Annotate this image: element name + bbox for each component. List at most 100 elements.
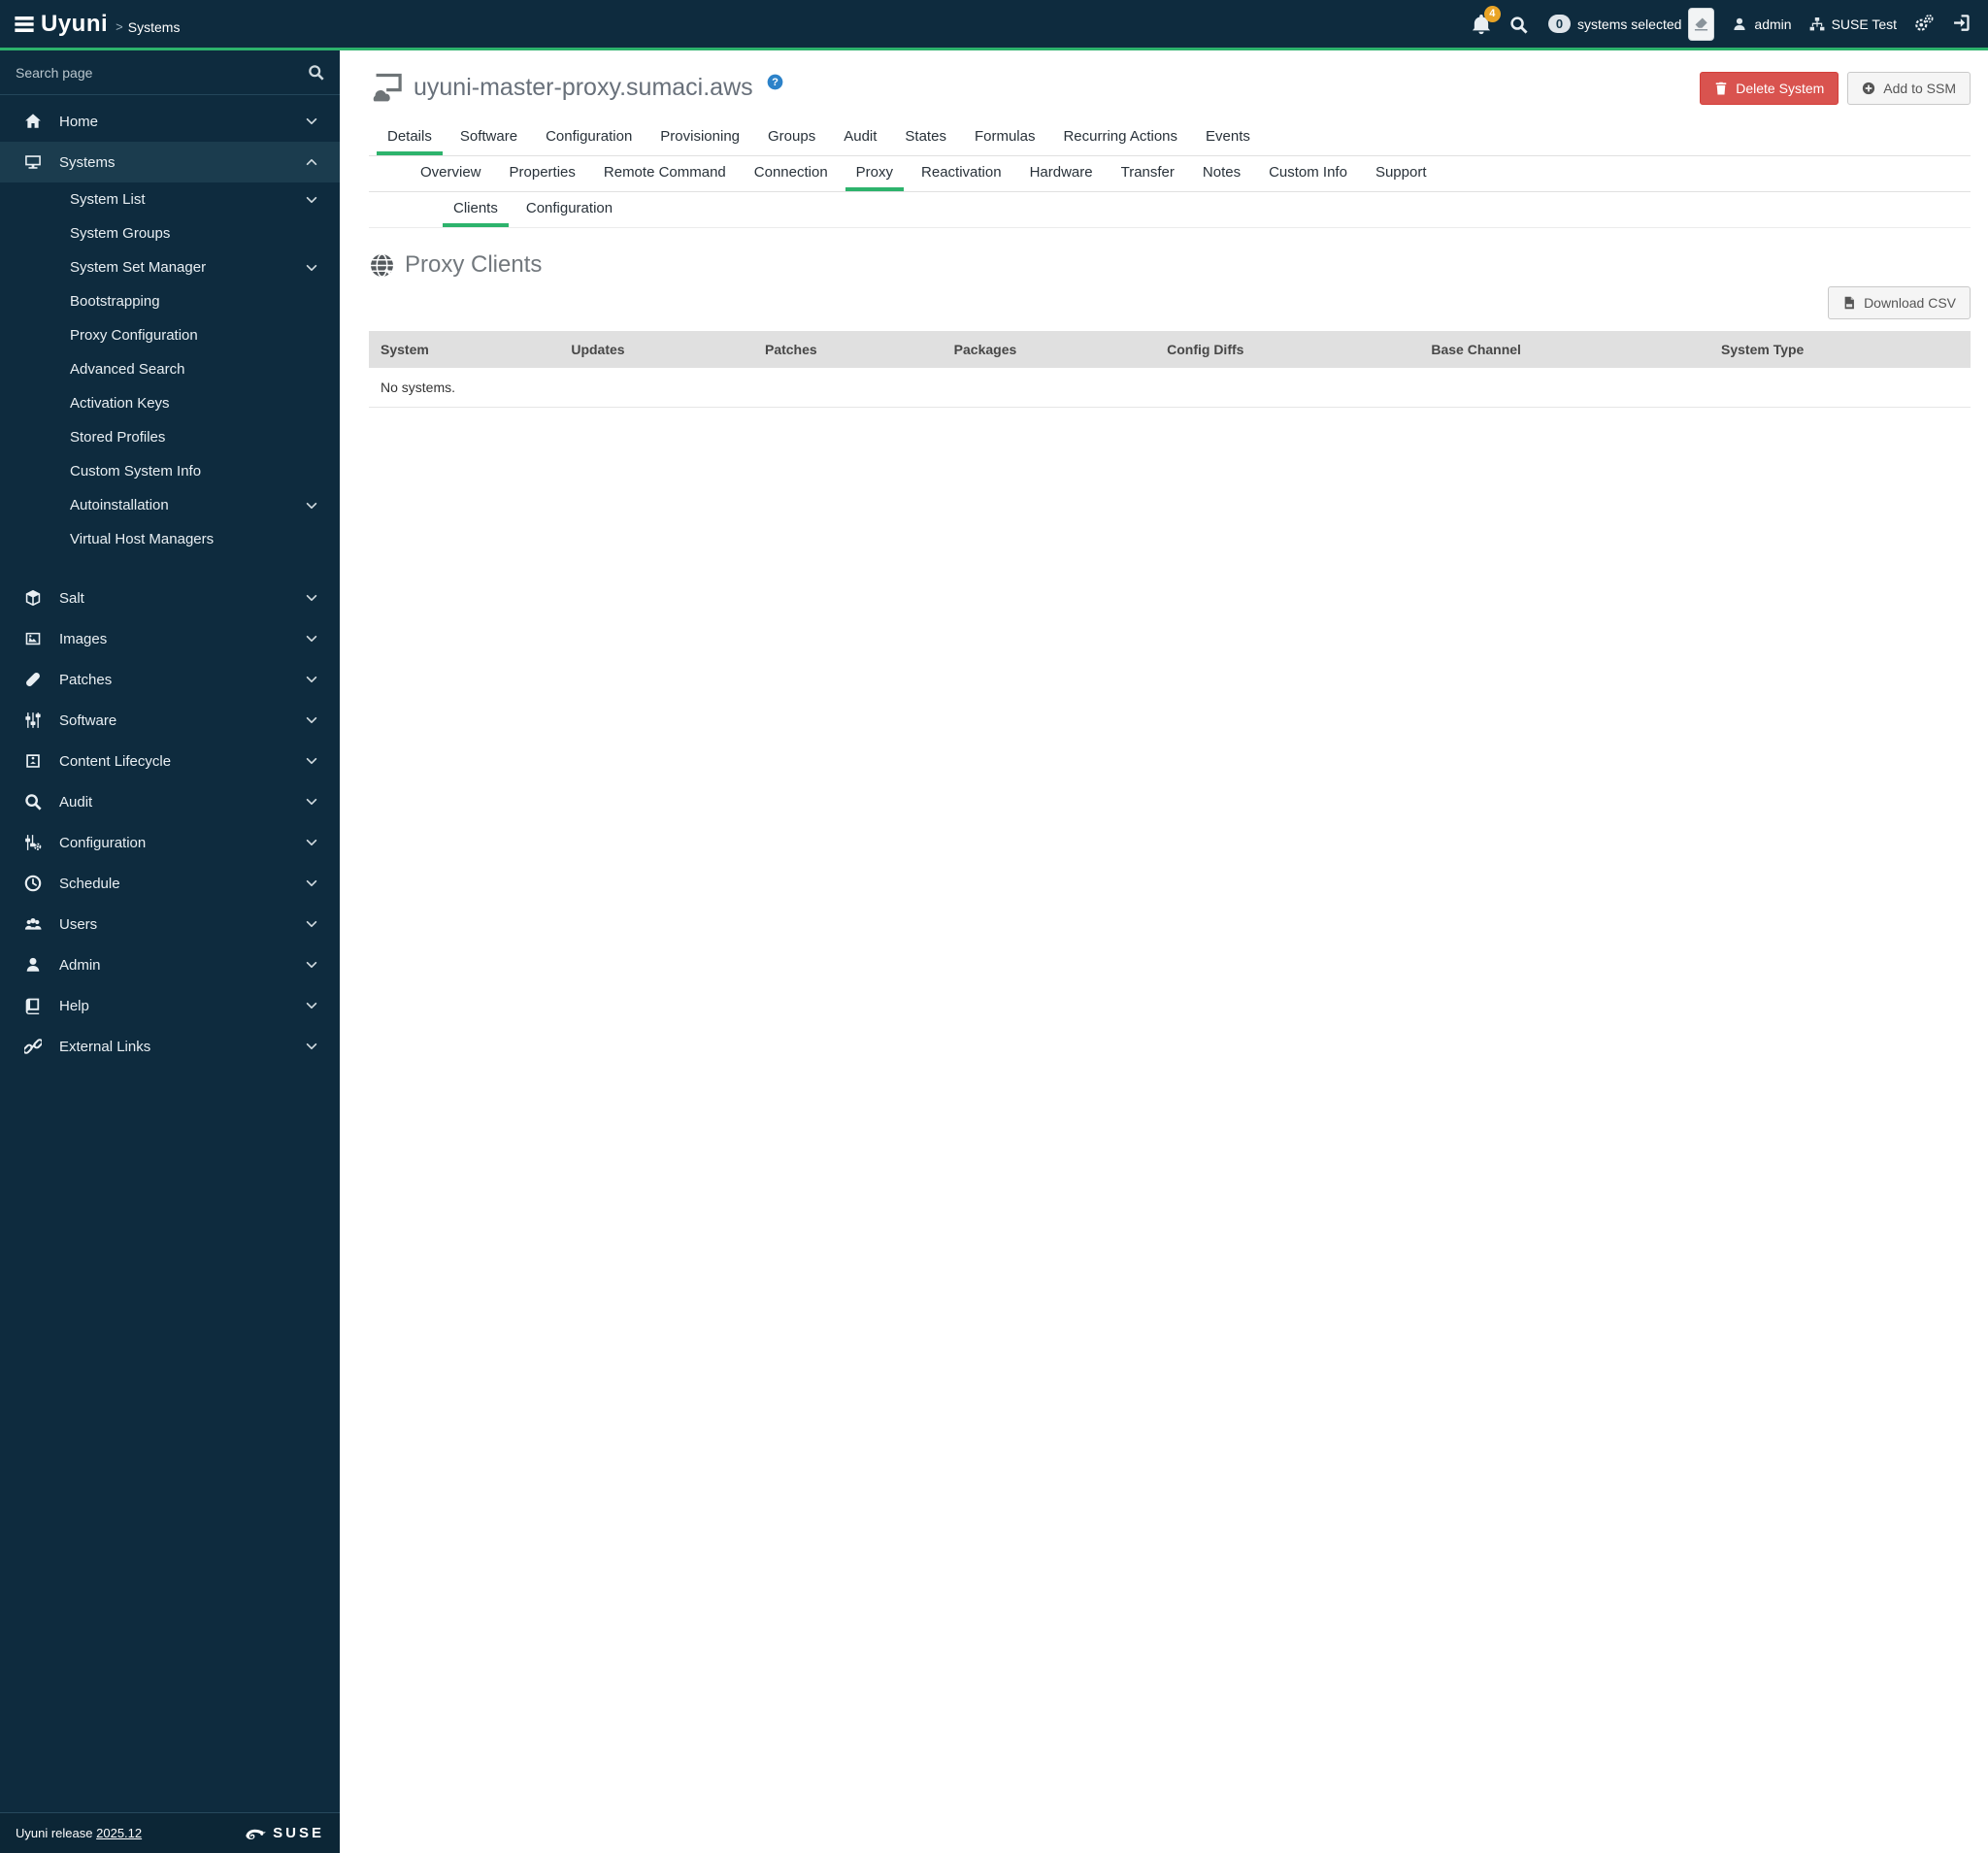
lifecycle-icon <box>24 752 42 770</box>
user-menu[interactable]: admin <box>1732 17 1792 32</box>
chevron-down-icon <box>305 877 318 890</box>
sidebar-item-label: Bootstrapping <box>70 293 160 310</box>
tab-proxy[interactable]: Proxy <box>845 156 905 191</box>
tab-recurring-actions[interactable]: Recurring Actions <box>1052 120 1188 155</box>
breadcrumb[interactable]: Systems <box>128 19 181 35</box>
sidebar-item-activation-keys[interactable]: Activation Keys <box>0 386 340 420</box>
organization-menu[interactable]: SUSE Test <box>1809 17 1897 32</box>
column-header-base-channel[interactable]: Base Channel <box>1419 331 1709 368</box>
tab-connection[interactable]: Connection <box>744 156 839 191</box>
tab-notes[interactable]: Notes <box>1192 156 1251 191</box>
sidebar-item-schedule[interactable]: Schedule <box>0 863 340 904</box>
tab-software[interactable]: Software <box>449 120 528 155</box>
sidebar-item-system-groups[interactable]: System Groups <box>0 216 340 250</box>
download-csv-button[interactable]: Download CSV <box>1828 286 1971 319</box>
app-logo-text[interactable]: Uyuni <box>41 11 108 38</box>
delete-system-button[interactable]: Delete System <box>1700 72 1839 105</box>
sidebar-item-system-list[interactable]: System List <box>0 182 340 216</box>
section-header: Proxy Clients <box>369 251 1971 279</box>
sidebar-item-salt[interactable]: Salt <box>0 578 340 618</box>
sidebar-item-system-set-manager[interactable]: System Set Manager <box>0 250 340 284</box>
column-header-config-diffs[interactable]: Config Diffs <box>1155 331 1420 368</box>
download-csv-label: Download CSV <box>1864 295 1956 311</box>
sidebar-item-systems[interactable]: Systems <box>0 142 340 182</box>
section-title: Proxy Clients <box>405 251 543 278</box>
add-to-ssm-button[interactable]: Add to SSM <box>1847 72 1971 105</box>
search-icon[interactable] <box>308 64 324 81</box>
chevron-down-icon <box>305 591 318 605</box>
global-search-button[interactable] <box>1509 14 1531 35</box>
tab-configuration[interactable]: Configuration <box>535 120 643 155</box>
notifications-button[interactable]: 4 <box>1471 5 1501 35</box>
notification-count-badge: 4 <box>1483 5 1501 22</box>
sidebar-item-advanced-search[interactable]: Advanced Search <box>0 352 340 386</box>
sidebar-item-stored-profiles[interactable]: Stored Profiles <box>0 420 340 454</box>
sidebar-item-home[interactable]: Home <box>0 101 340 142</box>
help-question-icon[interactable] <box>767 74 783 90</box>
tab-audit[interactable]: Audit <box>833 120 887 155</box>
plus-circle-icon <box>1862 82 1875 95</box>
tabs-level1: Details Software Configuration Provision… <box>369 120 1971 156</box>
sidebar-item-virtual-host-managers[interactable]: Virtual Host Managers <box>0 522 340 556</box>
sidebar-item-content-lifecycle[interactable]: Content Lifecycle <box>0 741 340 781</box>
tab-remote-command[interactable]: Remote Command <box>593 156 737 191</box>
tab-proxy-configuration[interactable]: Configuration <box>515 192 623 227</box>
ssm-count-label: systems selected <box>1577 16 1682 32</box>
sidebar-item-audit[interactable]: Audit <box>0 781 340 822</box>
sidebar-item-autoinstallation[interactable]: Autoinstallation <box>0 488 340 522</box>
sidebar-item-label: Advanced Search <box>70 361 185 378</box>
tab-formulas[interactable]: Formulas <box>964 120 1046 155</box>
sidebar-item-configuration[interactable]: Configuration <box>0 822 340 863</box>
tab-details[interactable]: Details <box>377 120 443 155</box>
sidebar-item-help[interactable]: Help <box>0 985 340 1026</box>
sidebar-item-proxy-configuration[interactable]: Proxy Configuration <box>0 318 340 352</box>
sidebar-item-label: Help <box>59 997 89 1014</box>
sidebar-item-bootstrapping[interactable]: Bootstrapping <box>0 284 340 318</box>
sidebar-item-label: Salt <box>59 589 84 607</box>
tab-clients[interactable]: Clients <box>443 192 509 227</box>
suse-chameleon-icon <box>245 1826 268 1840</box>
sidebar-item-patches[interactable]: Patches <box>0 659 340 700</box>
column-header-packages[interactable]: Packages <box>942 331 1156 368</box>
bandage-icon <box>24 671 42 688</box>
sidebar-item-admin[interactable]: Admin <box>0 944 340 985</box>
sidebar-item-label: Home <box>59 113 99 130</box>
tab-overview[interactable]: Overview <box>410 156 492 191</box>
column-header-patches[interactable]: Patches <box>752 331 943 368</box>
tab-hardware[interactable]: Hardware <box>1019 156 1104 191</box>
menu-toggle-icon[interactable] <box>14 14 35 35</box>
sidebar-nav: Home Systems System List System Groups S… <box>0 95 340 1812</box>
globe-wrench-icon <box>369 252 395 279</box>
search-icon <box>1509 16 1528 34</box>
tab-properties[interactable]: Properties <box>499 156 586 191</box>
tab-events[interactable]: Events <box>1195 120 1261 155</box>
sidebar-item-external-links[interactable]: External Links <box>0 1026 340 1067</box>
sidebar-item-software[interactable]: Software <box>0 700 340 741</box>
table-empty-row: No systems. <box>369 368 1971 408</box>
release-version-link[interactable]: 2025.12 <box>96 1826 142 1840</box>
tab-states[interactable]: States <box>894 120 957 155</box>
column-header-system[interactable]: System <box>369 331 560 368</box>
preferences-button[interactable] <box>1914 14 1936 35</box>
sidebar-item-images[interactable]: Images <box>0 618 340 659</box>
column-header-updates[interactable]: Updates <box>559 331 753 368</box>
tab-groups[interactable]: Groups <box>757 120 826 155</box>
sign-out-button[interactable] <box>1953 14 1974 35</box>
tab-provisioning[interactable]: Provisioning <box>649 120 750 155</box>
sidebar-search-input[interactable] <box>16 64 308 81</box>
ssm-counter-group[interactable]: 0 systems selected <box>1547 7 1715 41</box>
eraser-icon <box>1694 17 1708 31</box>
brand-group[interactable]: Uyuni <box>14 11 108 38</box>
tab-reactivation[interactable]: Reactivation <box>911 156 1012 191</box>
tab-custom-info[interactable]: Custom Info <box>1258 156 1358 191</box>
chevron-down-icon <box>305 795 318 809</box>
column-header-system-type[interactable]: System Type <box>1709 331 1971 368</box>
tabs-level2: Overview Properties Remote Command Conne… <box>369 156 1971 192</box>
tab-support[interactable]: Support <box>1365 156 1438 191</box>
tab-transfer[interactable]: Transfer <box>1110 156 1185 191</box>
sidebar-item-custom-system-info[interactable]: Custom System Info <box>0 454 340 488</box>
ssm-count-badge: 0 <box>1547 15 1572 33</box>
sidebar-item-users[interactable]: Users <box>0 904 340 944</box>
sidebar-item-label: System Set Manager <box>70 259 207 276</box>
clear-ssm-button[interactable] <box>1688 7 1715 41</box>
